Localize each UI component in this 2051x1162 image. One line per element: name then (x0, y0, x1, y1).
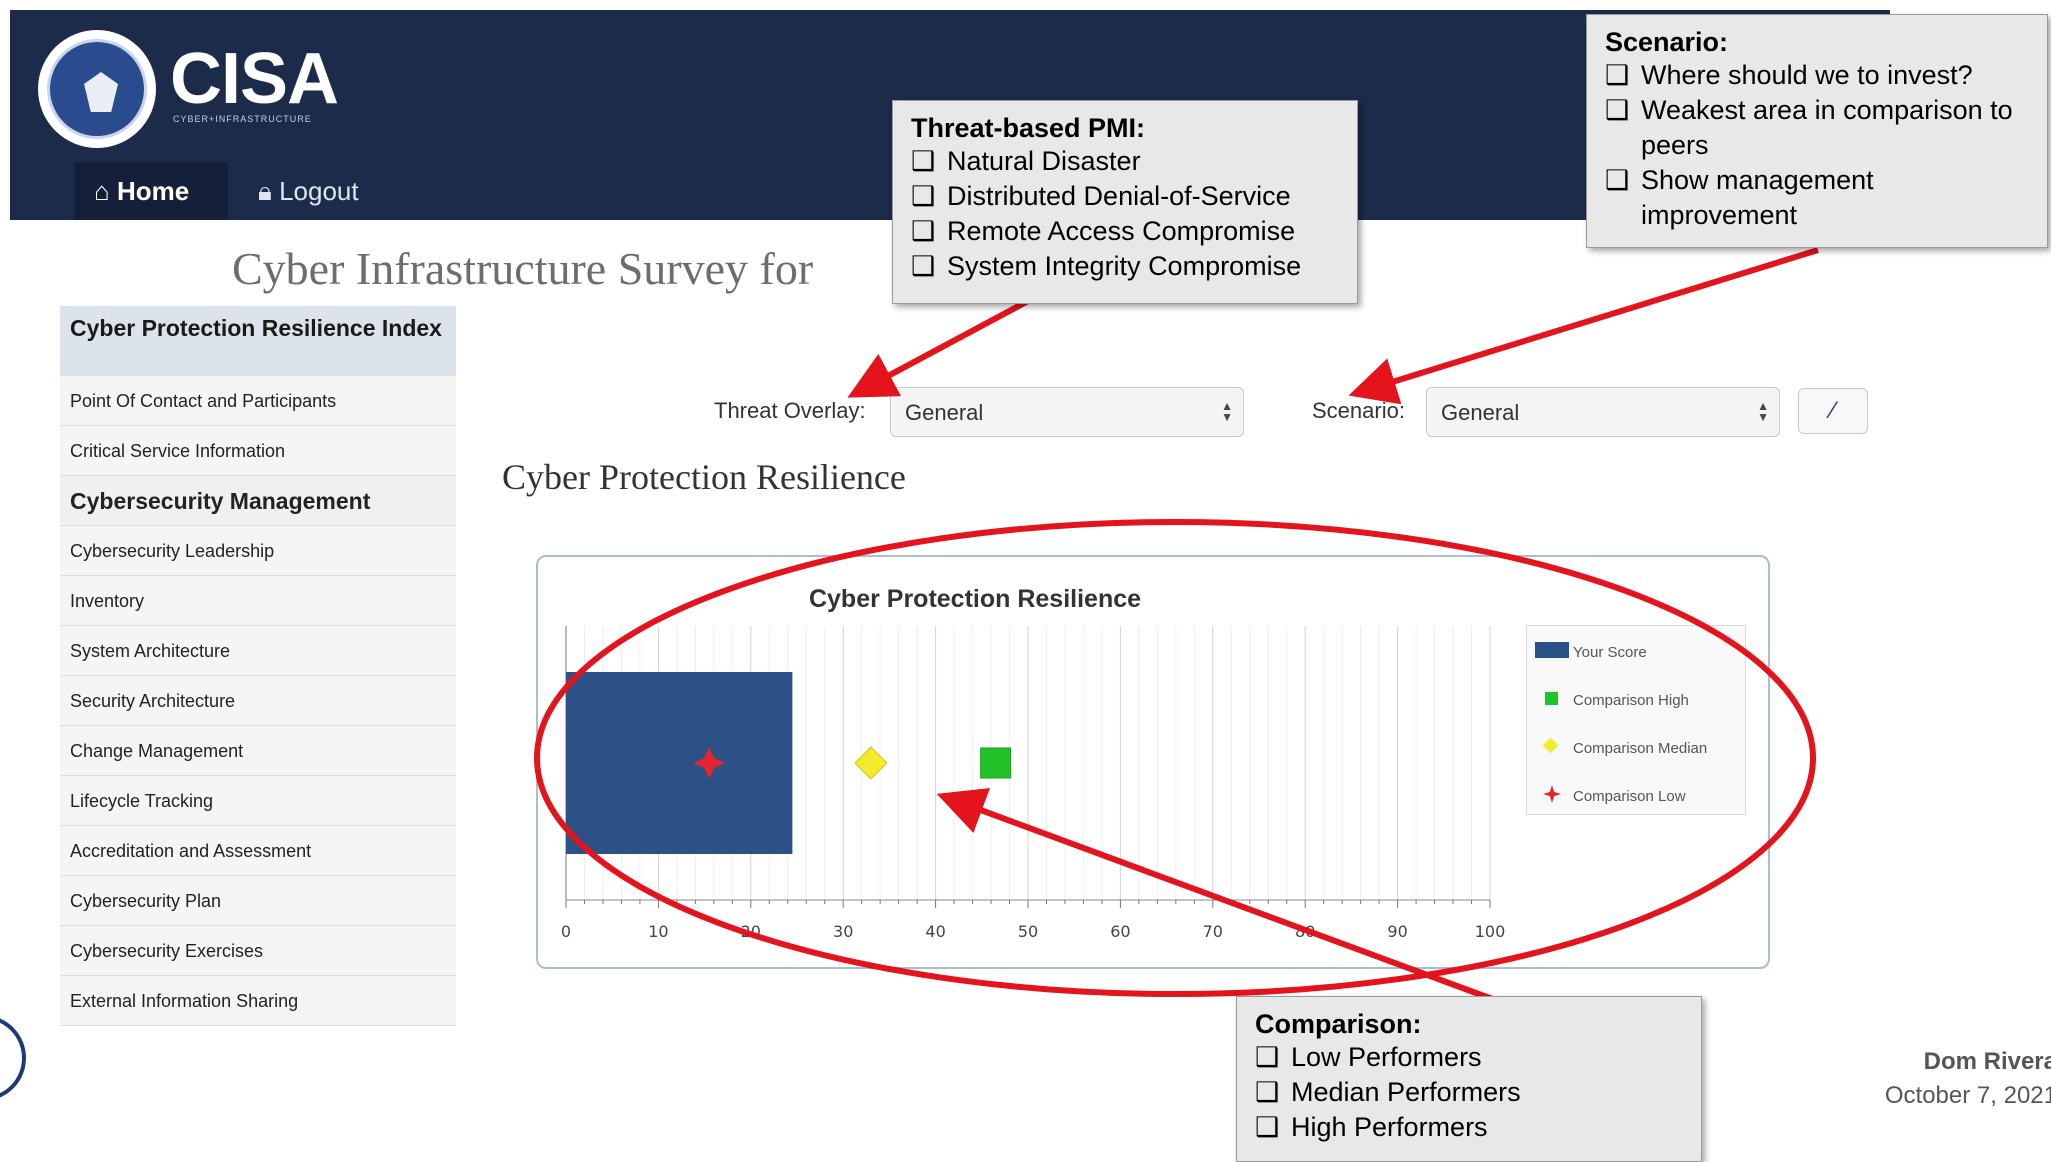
callout-item: ❑ Median Performers (1255, 1075, 1683, 1110)
checkbox-icon: ❑ (1605, 95, 1630, 125)
callout-item-text: Natural Disaster (947, 146, 1141, 176)
legend-label: Comparison Low (1573, 788, 1686, 805)
callout-item-text: High Performers (1291, 1112, 1488, 1142)
callout-item-text: Median Performers (1291, 1077, 1521, 1107)
x-tick-label: 30 (833, 922, 853, 941)
threat-callout: Threat-based PMI: ❑ Natural Disaster ❑ Dist… (892, 100, 1358, 304)
comparison-median-marker (854, 746, 888, 780)
x-tick-label: 90 (1387, 922, 1407, 941)
callout-item: ❑ Natural Disaster (911, 144, 1339, 179)
callout-item: ❑ Remote Access Compromise (911, 214, 1339, 249)
checkbox-icon: ❑ (911, 181, 936, 211)
presentation-date: October 7, 2021 (1884, 1082, 2051, 1109)
threat-callout-title: Threat-based PMI: (911, 113, 1146, 143)
callout-item: ❑ Distributed Denial-of-Service (911, 179, 1339, 214)
x-tick-label: 10 (648, 922, 668, 941)
callout-item-text: Show management improvement (1641, 165, 1874, 230)
callout-item-text: Where should we to invest? (1641, 60, 1973, 90)
callout-item: ❑ Where should we to invest? (1605, 58, 2029, 93)
comparison-callout-title: Comparison: (1255, 1009, 1422, 1039)
x-tick-label: 100 (1475, 922, 1506, 941)
callout-item: ❑ Show management improvement (1605, 163, 2029, 233)
checkbox-icon: ❑ (911, 146, 936, 176)
x-tick-label: 70 (1203, 922, 1223, 941)
scenario-callout-title: Scenario: (1605, 27, 1729, 57)
x-tick-label: 40 (925, 922, 945, 941)
comparison-high-marker (980, 747, 1012, 779)
callout-item-text: Distributed Denial-of-Service (947, 181, 1291, 211)
x-tick-label: 20 (741, 922, 761, 941)
checkbox-icon: ❑ (1255, 1077, 1280, 1107)
callout-item-text: System Integrity Compromise (947, 251, 1302, 281)
x-tick-label: 0 (561, 922, 571, 941)
callout-item-text: Low Performers (1291, 1042, 1482, 1072)
legend-swatch-diamond (1542, 737, 1559, 754)
x-tick-label: 80 (1295, 922, 1315, 941)
legend-swatch-star (1543, 785, 1561, 803)
legend-label: Your Score (1573, 644, 1647, 661)
callout-item-text: Weakest area in comparison to peers (1641, 95, 2013, 160)
checkbox-icon: ❑ (1605, 60, 1630, 90)
checkbox-icon: ❑ (911, 216, 936, 246)
checkbox-icon: ❑ (1605, 165, 1630, 195)
callout-item: ❑ Weakest area in comparison to peers (1605, 93, 2029, 163)
x-tick-label: 50 (1018, 922, 1038, 941)
callout-item-text: Remote Access Compromise (947, 216, 1296, 246)
comparison-callout: Comparison: ❑ Low Performers ❑ Median Perfo… (1236, 996, 1702, 1162)
x-tick-label: 60 (1110, 922, 1130, 941)
checkbox-icon: ❑ (1255, 1112, 1280, 1142)
presenter-name: Dom Rivera (1923, 1048, 2051, 1075)
callout-item: ❑ Low Performers (1255, 1040, 1683, 1075)
checkbox-icon: ❑ (911, 251, 936, 281)
callout-item: ❑ System Integrity Compromise (911, 249, 1339, 284)
legend-swatch-bar (1535, 642, 1569, 658)
legend-label: Comparison High (1573, 692, 1689, 709)
legend-swatch-square (1545, 692, 1558, 705)
chart-legend: Your Score Comparison High Comparison Medi… (1526, 625, 1746, 815)
checkbox-icon: ❑ (1255, 1042, 1280, 1072)
callout-item: ❑ High Performers (1255, 1110, 1683, 1145)
scenario-callout: Scenario: ❑ Where should we to invest? ❑ We… (1586, 14, 2048, 248)
your-score-bar (566, 672, 793, 854)
legend-label: Comparison Median (1573, 740, 1708, 757)
